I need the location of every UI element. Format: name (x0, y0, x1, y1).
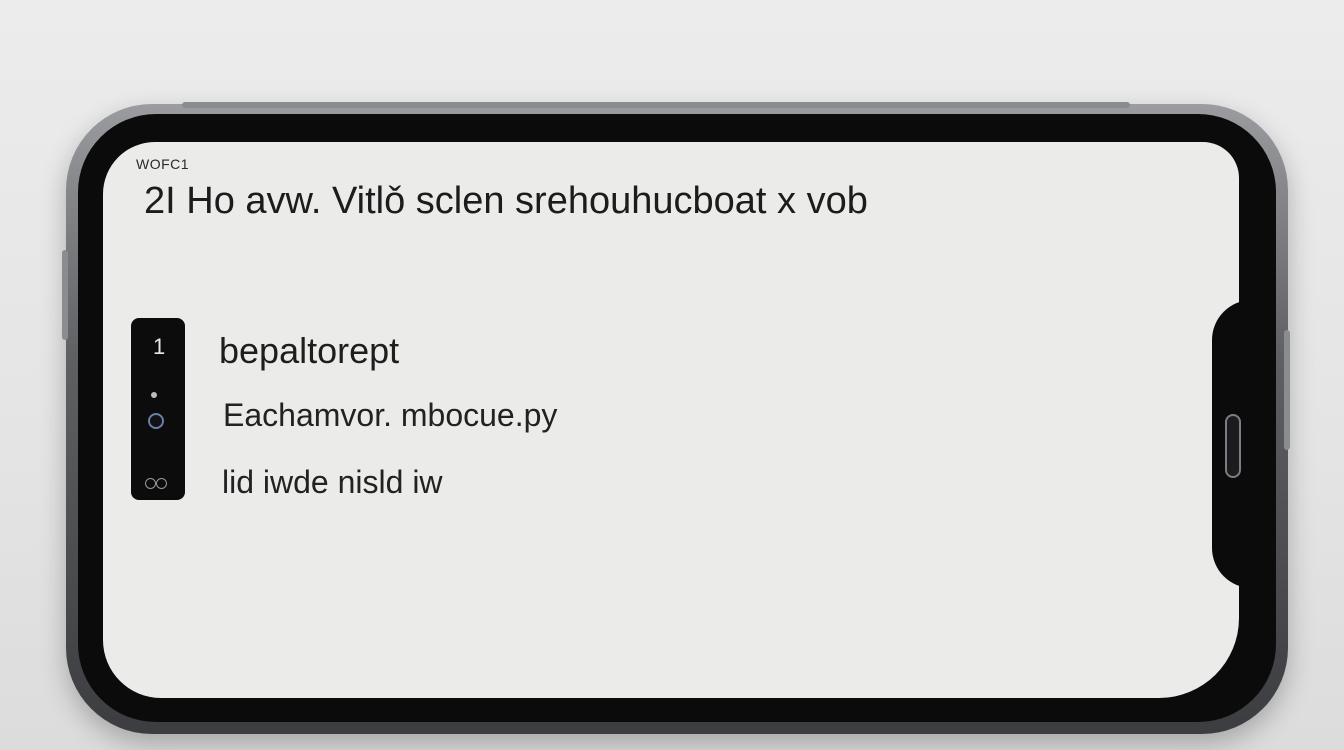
status-label: WOFC1 (136, 156, 190, 172)
home-indicator-icon[interactable] (1225, 414, 1241, 478)
sensor-dot-icon (151, 392, 157, 398)
power-button[interactable] (1284, 330, 1290, 450)
side-button-top[interactable] (182, 102, 1130, 108)
camera-lens-icon (148, 413, 164, 429)
headline-text: 2I Ho avw. Vitl⁠ǒ sclen srehouhucboat x … (144, 180, 868, 222)
content-line-1: bepaltorept (219, 330, 400, 371)
content-line-3: lid iwde nisld iw (222, 464, 443, 500)
camera-number: 1 (153, 334, 166, 359)
content-line-2: Eachamvor. mbocue.py (223, 397, 558, 433)
volume-button[interactable] (62, 250, 68, 340)
dual-sensor-icon (145, 478, 169, 492)
